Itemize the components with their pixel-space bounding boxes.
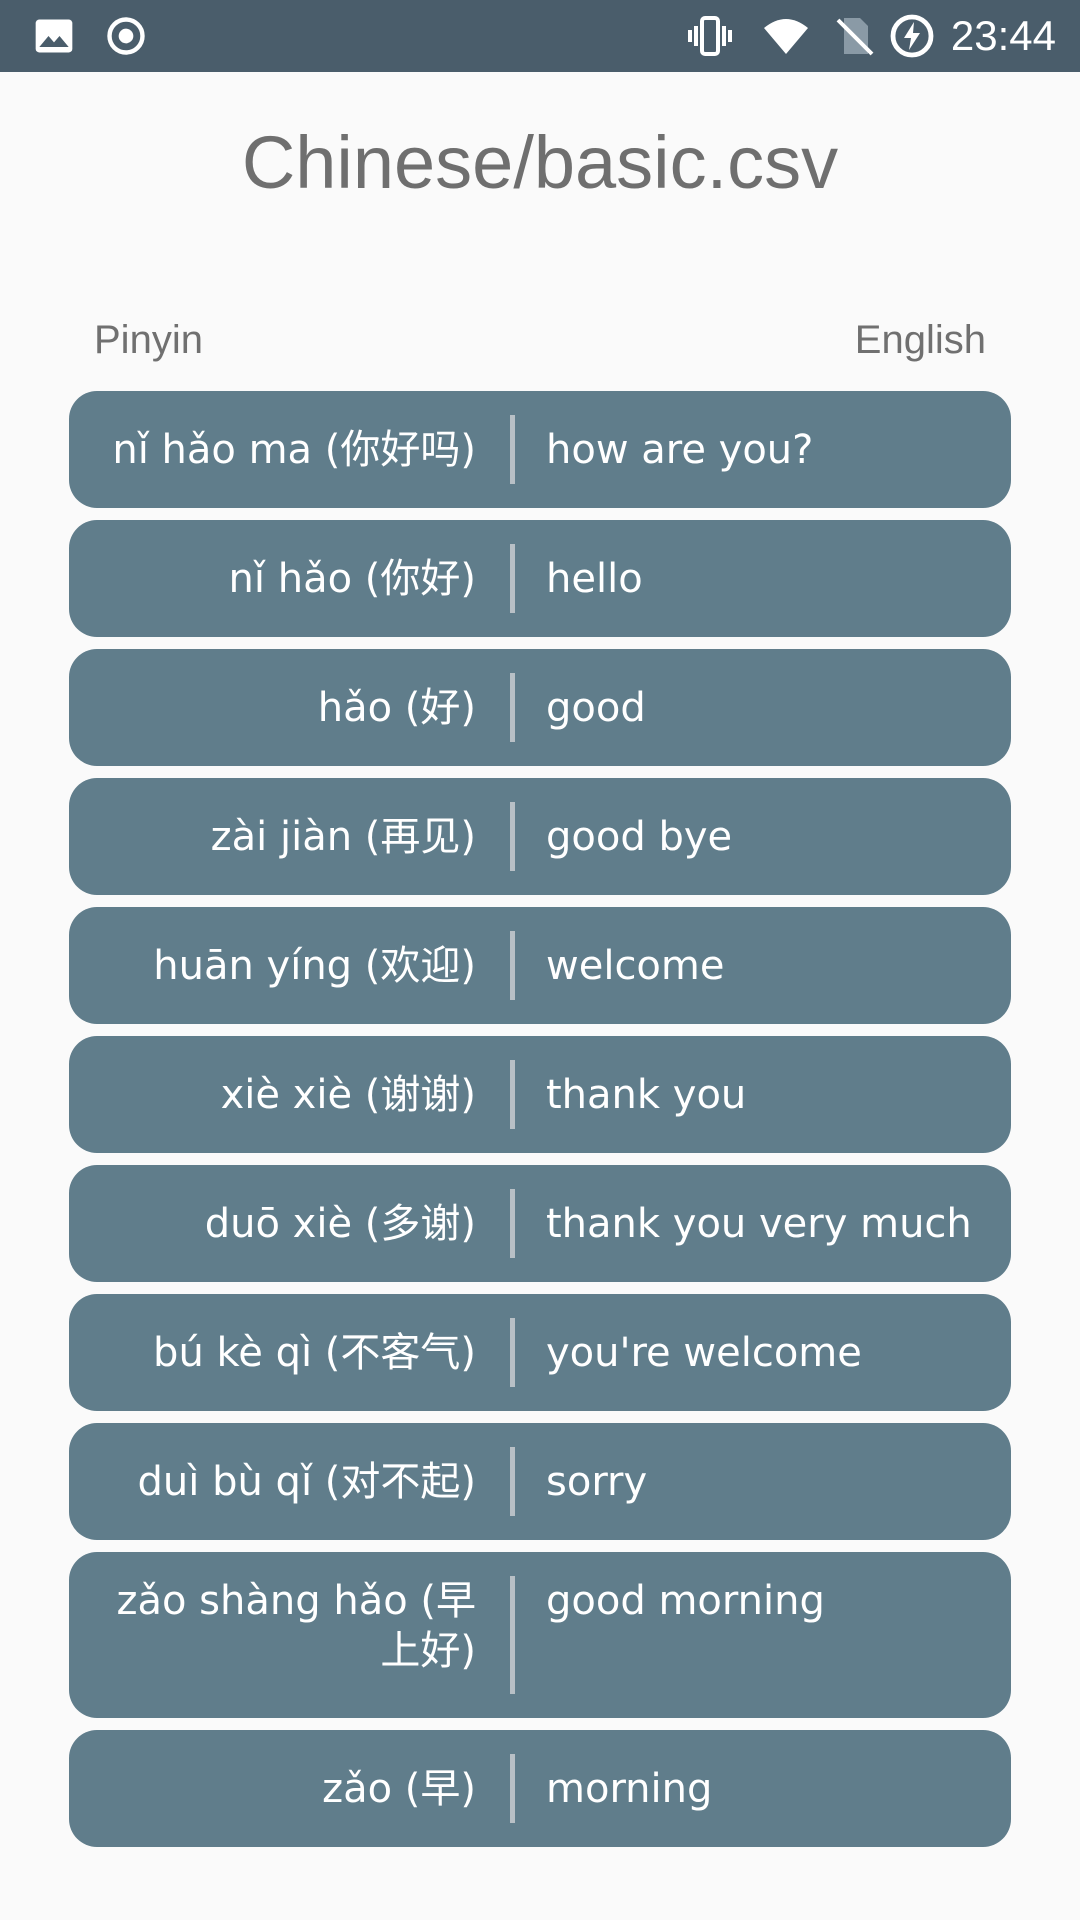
page-title: Chinese/basic.csv (241, 121, 839, 204)
phrase-row[interactable]: nǐ hǎo (你好) hello (69, 520, 1011, 637)
pinyin-text: zǎo shàng hǎo (早上好) (69, 1552, 510, 1718)
english-text: welcome (546, 942, 725, 989)
english-text: thank you (546, 1071, 747, 1118)
phrase-row[interactable]: xiè xiè (谢谢) thank you (69, 1036, 1011, 1153)
english-text: morning (546, 1765, 713, 1812)
english-text: good bye (546, 813, 733, 860)
english-text: thank you very much (546, 1200, 972, 1247)
status-bar: 23:44 (0, 0, 1080, 72)
column-header-pinyin: Pinyin (94, 318, 203, 362)
vibrate-icon (688, 16, 732, 56)
no-sim-icon (836, 18, 874, 56)
pinyin-text: hǎo (好) (317, 684, 476, 731)
pinyin-text: zǎo (早) (322, 1765, 476, 1812)
image-icon (35, 19, 73, 53)
phrase-row[interactable]: hǎo (好) good (69, 649, 1011, 766)
pinyin-text: nǐ hǎo (你好) (228, 555, 476, 602)
pinyin-text: xiè xiè (谢谢) (220, 1071, 476, 1118)
phrase-row[interactable]: huān yíng (欢迎) welcome (69, 907, 1011, 1024)
english-text: good (546, 684, 646, 731)
wifi-icon (764, 19, 808, 54)
status-time: 23:44 (950, 12, 1056, 59)
column-header-english: English (854, 318, 986, 362)
pinyin-text: zài jiàn (再见) (210, 813, 476, 860)
pinyin-text: bú kè qì (不客气) (153, 1329, 476, 1376)
pinyin-text: huān yíng (欢迎) (153, 942, 476, 989)
phrase-row[interactable]: duō xiè (多谢) thank you very much (69, 1165, 1011, 1282)
english-text: sorry (546, 1458, 648, 1505)
phrase-row[interactable]: nǐ hǎo ma (你好吗) how are you? (69, 391, 1011, 508)
pinyin-text: duō xiè (多谢) (204, 1200, 476, 1247)
pinyin-text-content: zǎo shàng hǎo (早上好) (116, 1578, 476, 1674)
english-text: you're welcome (546, 1329, 862, 1376)
battery-charging-icon (890, 14, 934, 58)
english-text: good morning (546, 1578, 825, 1624)
phrase-row[interactable]: zài jiàn (再见) good bye (69, 778, 1011, 895)
pinyin-text: nǐ hǎo ma (你好吗) (112, 426, 476, 473)
pinyin-text: duì bù qǐ (对不起) (137, 1458, 476, 1505)
english-text: hello (546, 555, 643, 602)
phrase-list: nǐ hǎo ma (你好吗) how are you? nǐ hǎo (你好)… (69, 391, 1011, 1859)
record-icon (107, 17, 145, 55)
phrase-row[interactable]: duì bù qǐ (对不起) sorry (69, 1423, 1011, 1540)
phrase-row[interactable]: zǎo shàng hǎo (早上好) good morning (69, 1552, 1011, 1718)
phrase-row[interactable]: zǎo (早) morning (69, 1730, 1011, 1847)
phrase-row[interactable]: bú kè qì (不客气) you're welcome (69, 1294, 1011, 1411)
english-text: how are you? (546, 426, 814, 473)
